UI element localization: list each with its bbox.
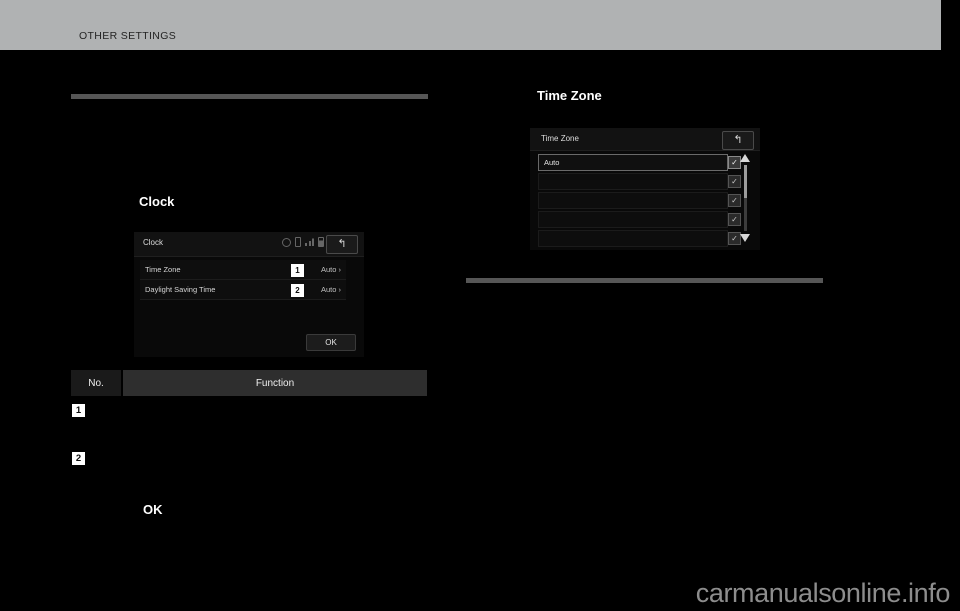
subheading-time-zone: Time Zone (537, 88, 602, 103)
list-item-value: Auto › (320, 265, 341, 274)
clock-screen-titlebar: Clock ↰ (134, 232, 364, 257)
scroll-down-icon[interactable] (740, 234, 750, 242)
list-item-label: Daylight Saving Time (145, 285, 216, 294)
time-zone-list: Auto ✓ ✓ ✓ ✓ ✓ (538, 154, 741, 249)
clock-screen-status-icons (282, 237, 324, 247)
list-item-label: Auto (544, 158, 560, 167)
list-item[interactable]: ✓ (538, 173, 741, 190)
column-header-no: No. (71, 370, 123, 396)
phone-icon (295, 237, 301, 247)
list-item-value: Auto › (320, 285, 341, 294)
signal-bars-icon (305, 238, 314, 246)
scrollbar-track[interactable] (744, 165, 747, 231)
callout-badge: 2 (72, 452, 85, 465)
table-row: 2 (71, 444, 427, 492)
callout-badge: 1 (72, 404, 85, 417)
clock-screen-figure: Clock ↰ Time Zone 1 Auto › Daylight Savi… (134, 232, 364, 357)
callout-badge: 1 (291, 264, 304, 277)
list-item[interactable]: Auto ✓ (538, 154, 741, 171)
section-divider-right (466, 278, 823, 283)
callout-badge: 2 (291, 284, 304, 297)
list-item[interactable]: ✓ (538, 211, 741, 228)
scrollbar[interactable] (739, 154, 752, 242)
time-zone-screen-title: Time Zone (541, 134, 579, 143)
page-header-band: OTHER SETTINGS (0, 0, 941, 50)
battery-icon (318, 237, 324, 247)
list-item[interactable]: Daylight Saving Time 2 Auto › (140, 280, 346, 300)
table-header-row: No. Function (71, 370, 427, 396)
ok-button[interactable]: OK (306, 334, 356, 351)
gear-icon (282, 237, 291, 247)
clock-screen-title: Clock (143, 238, 164, 247)
back-icon[interactable]: ↰ (722, 131, 754, 150)
list-item[interactable]: ✓ (538, 192, 741, 209)
list-item-label: Time Zone (145, 265, 181, 274)
scrollbar-thumb[interactable] (744, 165, 747, 198)
ok-inline-label: OK (143, 502, 163, 517)
subheading-clock: Clock (139, 194, 175, 209)
back-icon[interactable]: ↰ (326, 235, 358, 254)
page-title: OTHER SETTINGS (79, 30, 177, 42)
clock-settings-list: Time Zone 1 Auto › Daylight Saving Time … (140, 260, 346, 300)
column-header-function: Function (123, 370, 427, 396)
time-zone-screen-figure: Time Zone ↰ Auto ✓ ✓ ✓ ✓ ✓ (530, 128, 760, 250)
list-item[interactable]: ✓ (538, 230, 741, 247)
table-row: 1 (71, 396, 427, 444)
section-divider-left (71, 94, 428, 99)
time-zone-screen-titlebar: Time Zone ↰ (530, 128, 760, 151)
scroll-up-icon[interactable] (740, 154, 750, 162)
function-table: No. Function 1 2 (71, 370, 427, 492)
site-watermark: carmanualsonline.info (695, 578, 951, 608)
list-item[interactable]: Time Zone 1 Auto › (140, 260, 346, 280)
